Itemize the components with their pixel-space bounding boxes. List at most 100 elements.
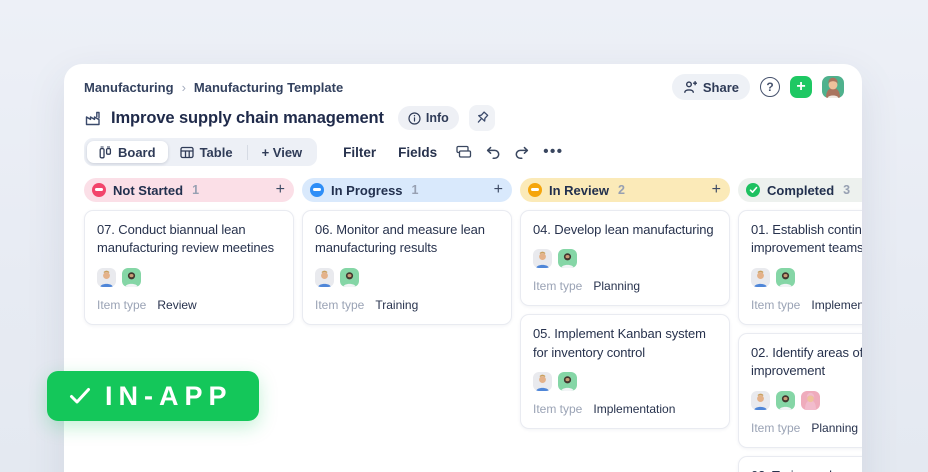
breadcrumb-item-template[interactable]: Manufacturing Template	[194, 80, 343, 95]
breadcrumb-separator: ›	[181, 79, 186, 95]
add-card-button[interactable]: +	[494, 182, 503, 198]
checkmark-icon	[69, 387, 91, 405]
avatar-blond-man	[315, 267, 334, 287]
avatar-bearded-man	[776, 267, 795, 287]
column-header-in-progress[interactable]: In Progress 1 +	[302, 178, 512, 202]
in-app-label: IN-APP	[105, 380, 233, 411]
task-title: 01. Establish continuous improvement tea…	[751, 222, 862, 256]
column-title: In Review	[549, 182, 609, 198]
task-title: 06. Monitor and measure lean manufacturi…	[315, 222, 485, 256]
avatar-bearded-man	[340, 267, 359, 287]
column-count: 1	[411, 183, 419, 197]
fields-button[interactable]: Fields	[398, 145, 437, 160]
more-options-button[interactable]: •••	[543, 144, 563, 159]
avatar-blond-man	[751, 267, 770, 287]
plus-icon: +	[796, 78, 806, 95]
tab-add-view[interactable]: + View	[250, 141, 315, 163]
filter-button[interactable]: Filter	[343, 145, 376, 160]
status-not-started-icon	[92, 183, 106, 197]
add-button[interactable]: +	[790, 76, 812, 98]
avatar-woman-teal	[822, 76, 844, 98]
title-row: Improve supply chain management Info	[84, 105, 862, 131]
column-count: 3	[843, 183, 851, 197]
item-type-value: Review	[157, 297, 197, 312]
kanban-board: Not Started 1 + 07. Conduct biannual lea…	[84, 178, 862, 472]
toolbar: Board Table + View Filter Fields •••	[84, 138, 862, 166]
item-type-label: Item type	[315, 297, 365, 312]
task-title: 04. Develop lean manufacturing	[533, 222, 714, 237]
info-icon	[408, 111, 421, 125]
window-top-bar: Manufacturing › Manufacturing Template S…	[84, 74, 862, 100]
share-button[interactable]: Share	[671, 74, 750, 100]
task-card[interactable]: 05. Implement Kanban system for inventor…	[520, 314, 730, 430]
undo-icon[interactable]	[485, 145, 501, 160]
item-type-row: Item type Planning	[751, 421, 862, 435]
breadcrumb-item-manufacturing[interactable]: Manufacturing	[84, 80, 174, 95]
item-type-row: Item type Planning	[533, 279, 717, 293]
item-type-label: Item type	[533, 279, 583, 294]
task-title: 02. Identify areas of improvement	[751, 344, 862, 379]
table-view-icon	[179, 146, 194, 159]
task-card[interactable]: 01. Establish continuous improvement tea…	[738, 210, 862, 325]
avatar-bearded-man	[558, 249, 577, 269]
pin-button[interactable]	[468, 105, 495, 131]
top-actions: Share ? +	[671, 74, 844, 100]
info-label: Info	[425, 111, 449, 125]
assignee-avatars	[533, 249, 717, 269]
redo-icon[interactable]	[514, 145, 530, 160]
task-card[interactable]: 02. Identify areas of improvement Item t…	[738, 332, 862, 448]
task-card[interactable]: 06. Monitor and measure lean manufacturi…	[302, 210, 512, 325]
pin-icon	[477, 111, 489, 123]
user-avatar[interactable]	[822, 76, 844, 98]
item-type-row: Item type Training	[315, 298, 499, 312]
kanban-column-in-progress: In Progress 1 + 06. Monitor and measure …	[302, 178, 512, 325]
in-app-badge: IN-APP	[47, 371, 259, 421]
tab-table[interactable]: Table	[168, 141, 245, 163]
column-header-completed[interactable]: Completed 3 +	[738, 178, 862, 202]
add-card-button[interactable]: +	[712, 182, 721, 198]
status-completed-icon	[746, 183, 760, 197]
board-view-icon	[99, 145, 112, 159]
item-type-value: Implementation	[593, 402, 676, 417]
share-label: Share	[702, 79, 739, 95]
assignee-avatars	[315, 267, 499, 287]
toolbar-icons: •••	[455, 144, 563, 160]
avatar-blond-man	[751, 390, 770, 410]
item-type-value: Training	[375, 297, 419, 312]
help-button[interactable]: ?	[760, 77, 780, 97]
item-type-value: Implementation	[811, 297, 862, 312]
status-in-progress-icon	[310, 183, 324, 197]
avatar-blond-man	[533, 372, 552, 392]
item-type-row: Item type Implementation	[533, 402, 717, 416]
assignee-avatars	[751, 390, 862, 410]
avatar-bearded-man	[558, 372, 577, 392]
task-card[interactable]: 07. Conduct biannual lean manufacturing …	[84, 210, 294, 325]
page-title: Improve supply chain management	[111, 108, 384, 127]
kanban-column-completed: Completed 3 + 01. Establish continuous i…	[738, 178, 862, 472]
avatar-pink-hair-woman	[801, 390, 820, 410]
group-swimlane-icon[interactable]	[455, 144, 472, 160]
assignee-avatars	[751, 267, 862, 287]
avatar-blond-man	[97, 267, 116, 287]
tab-divider	[246, 144, 248, 160]
item-type-label: Item type	[533, 402, 583, 417]
task-card[interactable]: 03. Train employees on lean principles I…	[738, 455, 862, 472]
column-header-not-started[interactable]: Not Started 1 +	[84, 178, 294, 202]
view-tab-group: Board Table + View	[84, 138, 318, 166]
add-card-button[interactable]: +	[276, 182, 285, 198]
assignee-avatars	[533, 372, 717, 392]
task-title: 07. Conduct biannual lean manufacturing …	[97, 222, 275, 256]
tab-board[interactable]: Board	[87, 141, 168, 163]
tab-board-label: Board	[118, 144, 156, 160]
breadcrumb: Manufacturing › Manufacturing Template	[84, 80, 343, 95]
column-header-in-review[interactable]: In Review 2 +	[520, 178, 730, 202]
kanban-column-not-started: Not Started 1 + 07. Conduct biannual lea…	[84, 178, 294, 325]
column-title: In Progress	[331, 182, 403, 198]
info-button[interactable]: Info	[397, 106, 459, 130]
assignee-avatars	[97, 267, 281, 287]
item-type-label: Item type	[751, 297, 801, 312]
tab-add-view-label: + View	[261, 144, 303, 160]
task-card[interactable]: 04. Develop lean manufacturing Item type…	[520, 210, 730, 307]
factory-icon	[84, 109, 102, 127]
column-count: 1	[192, 183, 200, 197]
